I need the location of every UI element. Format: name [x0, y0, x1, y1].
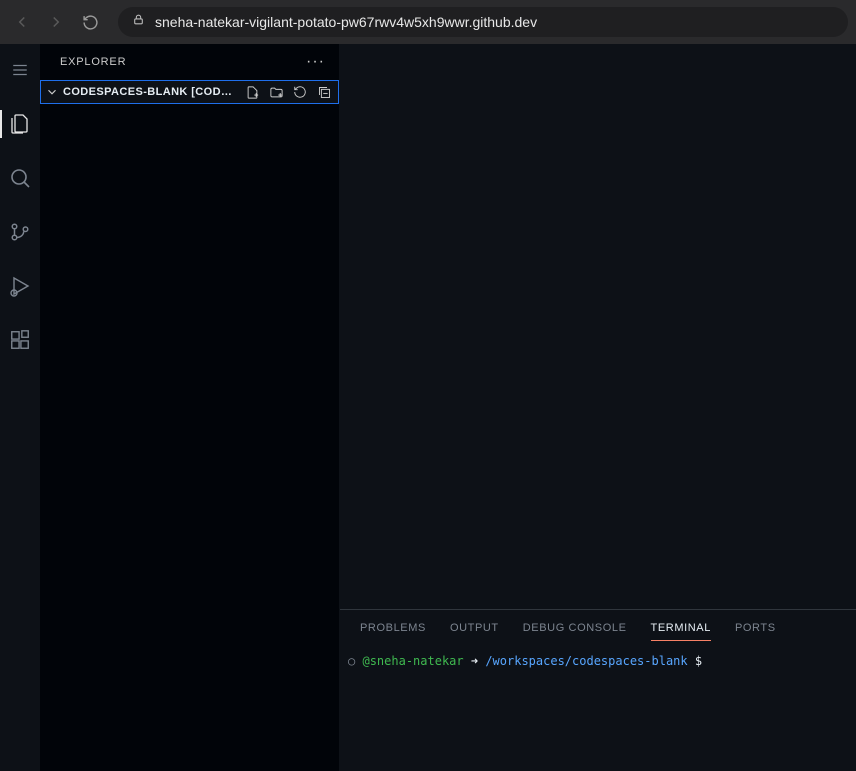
tab-debug-console[interactable]: DEBUG CONSOLE [523, 616, 627, 640]
new-folder-icon[interactable] [268, 84, 284, 100]
editor-area[interactable] [340, 44, 856, 609]
panel-tabs: PROBLEMS OUTPUT DEBUG CONSOLE TERMINAL P… [340, 610, 856, 646]
explorer-more-icon[interactable]: ··· [306, 53, 325, 71]
terminal-arrow-icon: ➜ [471, 654, 478, 668]
activity-bar [0, 44, 40, 771]
chevron-down-icon [45, 85, 59, 99]
url-text: sneha-natekar-vigilant-potato-pw67rwv4w5… [155, 14, 537, 30]
workspace-folder-row[interactable]: CODESPACES-BLANK [CODES… [40, 80, 339, 104]
source-control-tab[interactable] [0, 214, 40, 250]
explorer-sidebar: EXPLORER ··· CODESPACES-BLANK [CODES… [40, 44, 340, 771]
terminal-path: /workspaces/codespaces-blank [485, 654, 687, 668]
explorer-header: EXPLORER ··· [40, 44, 339, 80]
explorer-tab[interactable] [0, 106, 40, 142]
workspace-folder-label: CODESPACES-BLANK [CODES… [63, 86, 238, 98]
tab-terminal[interactable]: TERMINAL [651, 616, 711, 641]
forward-button[interactable] [42, 8, 70, 36]
folder-actions [244, 84, 332, 100]
terminal-user: @sneha-natekar [362, 654, 463, 668]
search-tab[interactable] [0, 160, 40, 196]
reload-button[interactable] [76, 8, 104, 36]
refresh-icon[interactable] [292, 84, 308, 100]
collapse-all-icon[interactable] [316, 84, 332, 100]
browser-bar: sneha-natekar-vigilant-potato-pw67rwv4w5… [0, 0, 856, 44]
tab-problems[interactable]: PROBLEMS [360, 616, 426, 640]
terminal-content[interactable]: ○ @sneha-natekar ➜ /workspaces/codespace… [340, 646, 856, 771]
tab-ports[interactable]: PORTS [735, 616, 776, 640]
terminal-prompt: $ [695, 654, 702, 668]
lock-icon [132, 13, 145, 31]
new-file-icon[interactable] [244, 84, 260, 100]
terminal-symbol: ○ [348, 654, 355, 668]
extensions-tab[interactable] [0, 322, 40, 358]
tab-output[interactable]: OUTPUT [450, 616, 499, 640]
run-debug-tab[interactable] [0, 268, 40, 304]
back-button[interactable] [8, 8, 36, 36]
url-bar[interactable]: sneha-natekar-vigilant-potato-pw67rwv4w5… [118, 7, 848, 37]
explorer-title: EXPLORER [60, 56, 126, 68]
menu-button[interactable] [0, 52, 40, 88]
vscode-app: EXPLORER ··· CODESPACES-BLANK [CODES… [0, 44, 856, 771]
main-area: PROBLEMS OUTPUT DEBUG CONSOLE TERMINAL P… [340, 44, 856, 771]
bottom-panel: PROBLEMS OUTPUT DEBUG CONSOLE TERMINAL P… [340, 609, 856, 771]
